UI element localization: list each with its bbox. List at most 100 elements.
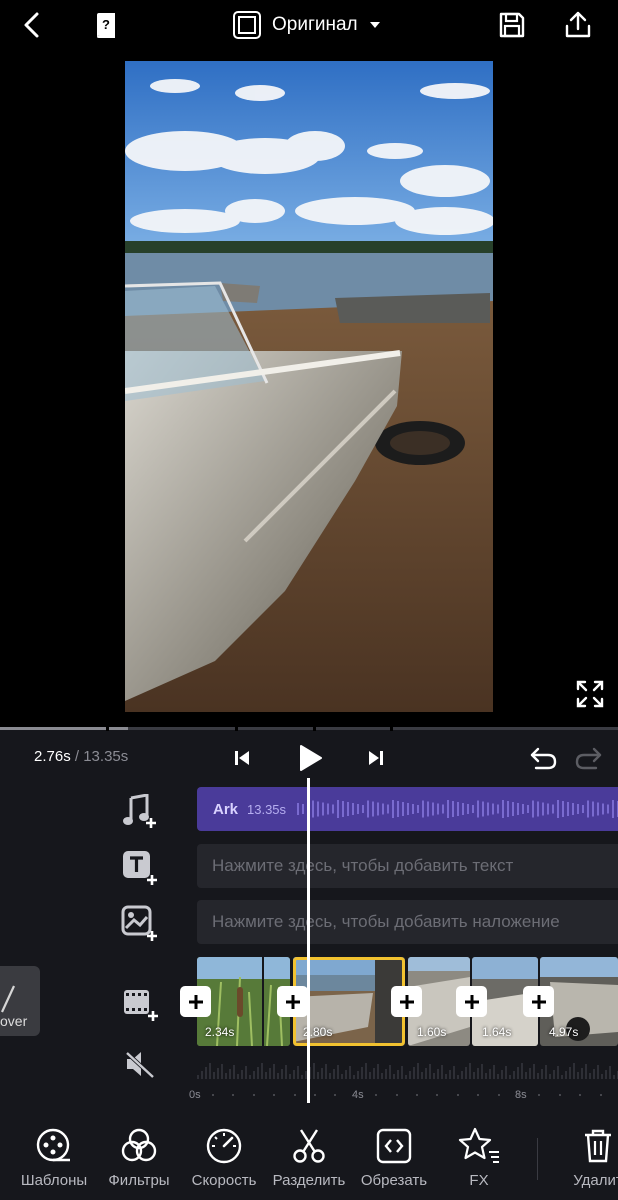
waveform-bar bbox=[597, 802, 599, 816]
aspect-ratio-selector[interactable]: Оригинал bbox=[232, 8, 382, 42]
waveform-bar bbox=[369, 1072, 371, 1079]
audio-track[interactable]: Ark 13.35s bbox=[197, 787, 618, 831]
time-readout: 2.76s / 13.35s bbox=[34, 748, 128, 765]
waveform-bar bbox=[357, 1071, 359, 1079]
waveform-bar bbox=[452, 801, 454, 817]
waveform-bar bbox=[562, 801, 564, 817]
redo-icon bbox=[575, 747, 602, 770]
waveform-bar bbox=[201, 1071, 203, 1079]
help-button[interactable]: ? bbox=[86, 6, 126, 44]
back-button[interactable] bbox=[12, 6, 52, 44]
original-audio-waveform bbox=[197, 1063, 618, 1079]
export-button[interactable] bbox=[558, 6, 598, 44]
waveform-bar bbox=[397, 801, 399, 817]
tool-label: Разделить bbox=[272, 1172, 346, 1189]
tool-label: FX bbox=[469, 1172, 489, 1189]
playhead[interactable] bbox=[307, 778, 310, 1103]
text-track-placeholder[interactable]: Нажмите здесь, чтобы добавить текст bbox=[197, 844, 618, 888]
waveform-bar bbox=[441, 1065, 443, 1079]
tool-split[interactable]: Разделить bbox=[267, 1126, 351, 1190]
add-overlay-button[interactable] bbox=[120, 904, 160, 944]
ruler-label: 8s bbox=[515, 1089, 527, 1101]
waveform-bar bbox=[409, 1071, 411, 1079]
waveform-bar bbox=[457, 1075, 459, 1079]
export-icon bbox=[565, 11, 591, 38]
overlay-track-placeholder[interactable]: Нажмите здесь, чтобы добавить наложение bbox=[197, 900, 618, 944]
add-video-button[interactable] bbox=[120, 984, 160, 1024]
plus-icon bbox=[188, 994, 203, 1009]
play-button[interactable] bbox=[290, 738, 330, 778]
waveform-bar bbox=[249, 1075, 251, 1079]
add-text-button[interactable] bbox=[120, 848, 160, 888]
waveform-bar bbox=[593, 1069, 595, 1079]
waveform-bar bbox=[342, 801, 344, 817]
waveform-bar bbox=[612, 800, 614, 818]
tool-fx[interactable]: FX bbox=[437, 1126, 521, 1190]
waveform-bar bbox=[607, 804, 609, 814]
tool-filters[interactable]: Фильтры bbox=[97, 1126, 181, 1190]
waveform-bar bbox=[345, 1070, 347, 1079]
waveform-bar bbox=[402, 802, 404, 816]
segment-marker bbox=[313, 727, 316, 731]
waveform-bar bbox=[569, 1067, 571, 1079]
ruler-tick bbox=[538, 1094, 540, 1096]
waveform-bar bbox=[302, 804, 304, 814]
video-preview[interactable] bbox=[125, 61, 493, 712]
tool-speed[interactable]: Скорость bbox=[182, 1126, 266, 1190]
waveform-bar bbox=[401, 1066, 403, 1079]
clip-duration: 4.97s bbox=[549, 1025, 579, 1039]
waveform-bar bbox=[465, 1067, 467, 1079]
add-transition-button[interactable] bbox=[391, 986, 422, 1017]
waveform-bar bbox=[437, 1069, 439, 1079]
waveform-bar bbox=[225, 1073, 227, 1079]
waveform-bar bbox=[313, 1063, 315, 1079]
waveform-bar bbox=[233, 1065, 235, 1079]
waveform-bar bbox=[229, 1069, 231, 1079]
tool-trim[interactable]: Обрезать bbox=[352, 1126, 436, 1190]
save-button[interactable] bbox=[492, 6, 532, 44]
waveform-bar bbox=[389, 1065, 391, 1079]
waveform-bar bbox=[549, 1074, 551, 1079]
waveform-bar bbox=[221, 1064, 223, 1079]
speaker-muted-icon bbox=[125, 1051, 155, 1079]
skip-next-icon bbox=[369, 751, 383, 765]
waveform-bar bbox=[253, 1071, 255, 1079]
waveform-bar bbox=[573, 1063, 575, 1079]
waveform-bar bbox=[449, 1070, 451, 1079]
tool-label: Шаблоны bbox=[20, 1172, 88, 1189]
waveform-bar bbox=[567, 802, 569, 816]
undo-button[interactable] bbox=[526, 742, 560, 774]
skip-next-button[interactable] bbox=[362, 744, 390, 772]
waveform-bar bbox=[537, 1073, 539, 1079]
waveform-bar bbox=[589, 1073, 591, 1079]
fullscreen-button[interactable] bbox=[572, 676, 608, 712]
waveform-bar bbox=[509, 1075, 511, 1079]
mute-button[interactable] bbox=[120, 1044, 160, 1084]
waveform-bar bbox=[237, 1074, 239, 1079]
playback-progress[interactable] bbox=[0, 727, 618, 730]
waveform-bar bbox=[505, 1066, 507, 1079]
tool-delete[interactable]: Удалит bbox=[556, 1126, 618, 1190]
video-add-icon bbox=[124, 990, 158, 1021]
waveform-bar bbox=[281, 1069, 283, 1079]
waveform-bar bbox=[405, 1075, 407, 1079]
waveform-bar bbox=[453, 1066, 455, 1079]
ruler-tick bbox=[232, 1094, 234, 1096]
filters-icon bbox=[121, 1128, 157, 1162]
save-icon bbox=[499, 12, 525, 38]
waveform-bar bbox=[213, 1072, 215, 1079]
skip-previous-button[interactable] bbox=[228, 744, 256, 772]
add-transition-button[interactable] bbox=[277, 986, 308, 1017]
aspect-ratio-icon bbox=[233, 11, 261, 39]
add-transition-button[interactable] bbox=[180, 986, 211, 1017]
cover-button[interactable]: over bbox=[0, 966, 40, 1036]
redo-button[interactable] bbox=[572, 742, 606, 774]
add-transition-button[interactable] bbox=[523, 986, 554, 1017]
add-music-button[interactable] bbox=[120, 792, 160, 832]
tool-templates[interactable]: Шаблоны bbox=[12, 1126, 96, 1190]
waveform-bar bbox=[487, 802, 489, 816]
back-icon bbox=[24, 12, 39, 38]
pencil-icon bbox=[1, 985, 15, 1013]
add-transition-button[interactable] bbox=[456, 986, 487, 1017]
waveform-bar bbox=[489, 1069, 491, 1079]
